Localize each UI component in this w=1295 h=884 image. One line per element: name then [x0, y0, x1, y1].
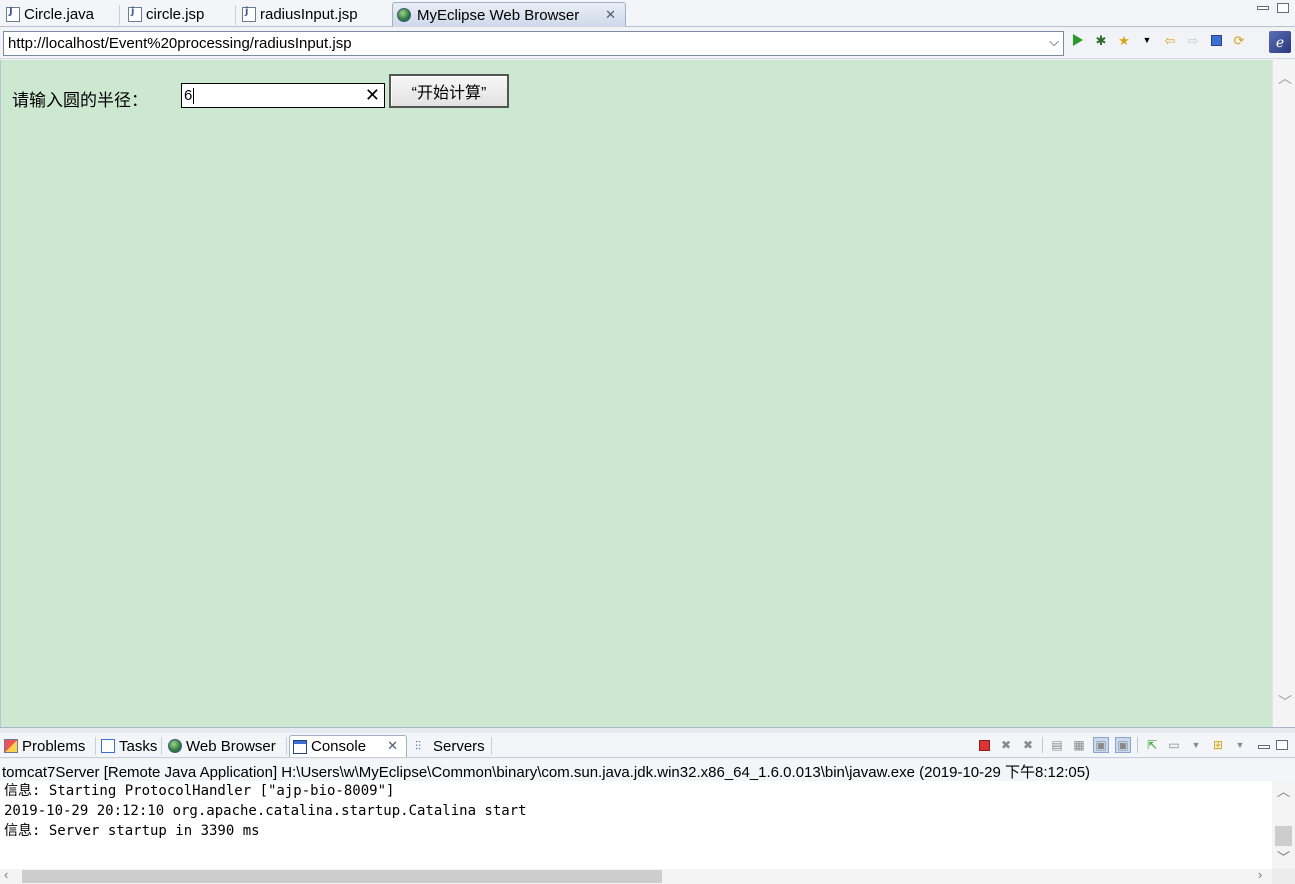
console-line: 信息: Starting ProtocolHandler ["ajp-bio-8…: [4, 783, 395, 799]
dropdown-icon[interactable]: ▼: [1139, 32, 1155, 48]
tab-circle-java[interactable]: Circle.java: [2, 2, 120, 27]
globe-icon: [397, 8, 411, 22]
forward-icon[interactable]: ⇨: [1185, 32, 1201, 48]
dropdown-icon[interactable]: ▼: [1188, 737, 1204, 753]
chevron-left-icon[interactable]: ‹: [4, 867, 8, 882]
browser-nav-icons: ✱ ★ ▼ ⇦ ⇨ ⟳: [1070, 32, 1247, 48]
chevron-down-icon[interactable]: ⌵: [1049, 34, 1059, 50]
editor-window-controls: [1257, 3, 1289, 13]
chevron-up-icon[interactable]: ︿: [1277, 781, 1290, 800]
remove-all-icon[interactable]: ✖: [1020, 737, 1036, 753]
console-vertical-scrollbar[interactable]: ︿ ﹀: [1272, 781, 1295, 869]
clear-console-icon[interactable]: ▤: [1049, 737, 1065, 753]
console-output[interactable]: 信息: Starting ProtocolHandler ["ajp-bio-8…: [0, 781, 1272, 869]
chevron-down-icon[interactable]: ﹀: [1277, 847, 1290, 866]
java-file-icon: [6, 6, 20, 22]
myeclipse-logo-icon: ℯ: [1269, 31, 1291, 53]
show-on-stdout-icon[interactable]: ▣: [1093, 737, 1109, 753]
tab-problems[interactable]: Problems: [1, 735, 96, 757]
terminate-icon[interactable]: [978, 739, 990, 751]
tab-label: MyEclipse Web Browser: [417, 6, 580, 24]
radius-input[interactable]: 6 ✕: [181, 83, 385, 108]
maximize-icon[interactable]: [1277, 3, 1289, 13]
pin-console-icon[interactable]: ⇱: [1144, 737, 1160, 753]
console-toolbar: ✖ ✖ ▤ ▦ ▣ ▣ ⇱ ▭ ▼ ⊞ ▼: [976, 736, 1288, 754]
jsp-file-icon: [242, 6, 256, 22]
go-icon[interactable]: [1070, 32, 1086, 48]
viewport-scrollbar[interactable]: ︿ ﹀: [1272, 60, 1295, 727]
console-icon: [293, 739, 307, 754]
stop-icon[interactable]: [1208, 32, 1224, 48]
show-on-stderr-icon[interactable]: ▣: [1115, 737, 1131, 753]
tab-label: Tasks: [119, 737, 158, 755]
tab-myeclipse-web-browser[interactable]: MyEclipse Web Browser ✕: [392, 2, 626, 27]
tab-web-browser[interactable]: Web Browser: [165, 735, 287, 757]
console-line: 信息: Server startup in 3390 ms: [4, 823, 260, 839]
url-text: http://localhost/Event%20processing/radi…: [8, 35, 352, 52]
servers-icon: ⫶⫶: [415, 739, 422, 753]
scroll-thumb[interactable]: [22, 870, 662, 883]
radius-label: 请输入圆的半径：: [12, 91, 148, 110]
tab-label: Web Browser: [186, 737, 276, 755]
editor-tab-bar: Circle.java circle.jsp radiusInput.jsp M…: [0, 0, 1295, 27]
tab-circle-jsp[interactable]: circle.jsp: [124, 2, 236, 27]
debug-icon[interactable]: ✱: [1093, 32, 1109, 48]
open-console-icon[interactable]: ⊞: [1210, 737, 1226, 753]
close-icon[interactable]: ✕: [605, 7, 616, 23]
globe-icon: [168, 739, 182, 753]
minimize-icon[interactable]: [1258, 744, 1270, 749]
tab-console[interactable]: Console ✕: [289, 735, 407, 757]
tab-label: Console: [311, 738, 367, 755]
scroll-thumb[interactable]: [1275, 826, 1292, 846]
console-horizontal-scrollbar[interactable]: ‹ ›: [0, 867, 1272, 884]
minimize-icon[interactable]: [1257, 6, 1269, 10]
tab-label: circle.jsp: [146, 6, 205, 23]
chevron-right-icon[interactable]: ›: [1258, 867, 1262, 882]
browser-viewport: 请输入圆的半径： 6 ✕ “开始计算”: [0, 60, 1272, 727]
radius-input-value: 6: [184, 87, 193, 104]
tab-servers[interactable]: ⫶⫶ Servers: [412, 735, 492, 757]
tab-tasks[interactable]: Tasks: [98, 735, 162, 757]
maximize-icon[interactable]: [1276, 740, 1288, 750]
jsp-file-icon: [128, 6, 142, 22]
display-console-icon[interactable]: ▭: [1166, 737, 1182, 753]
tab-radiusinput-jsp[interactable]: radiusInput.jsp: [238, 2, 390, 27]
favorites-icon[interactable]: ★: [1116, 32, 1132, 48]
tasks-icon: [101, 739, 115, 753]
chevron-up-icon[interactable]: ︿: [1278, 68, 1292, 88]
console-description: tomcat7Server [Remote Java Application] …: [0, 759, 1295, 781]
remove-launch-icon[interactable]: ✖: [998, 737, 1014, 753]
tab-label: Problems: [22, 737, 86, 755]
clear-icon[interactable]: ✕: [365, 85, 380, 106]
scrollbar-corner: [1272, 869, 1295, 884]
start-calculation-button[interactable]: “开始计算”: [389, 74, 509, 108]
tab-label: radiusInput.jsp: [260, 6, 358, 23]
scroll-lock-icon[interactable]: ▦: [1071, 737, 1087, 753]
views-tab-bar: Problems Tasks Web Browser Console ✕ ⫶⫶ …: [0, 733, 1295, 758]
chevron-down-icon[interactable]: ﹀: [1278, 692, 1292, 712]
dropdown-icon[interactable]: ▼: [1232, 737, 1248, 753]
browser-toolbar: http://localhost/Event%20processing/radi…: [0, 28, 1295, 59]
problems-icon: [4, 739, 18, 753]
refresh-icon[interactable]: ⟳: [1231, 32, 1247, 48]
tab-label: Circle.java: [24, 6, 95, 23]
console-line: 2019-10-29 20:12:10 org.apache.catalina.…: [4, 803, 527, 819]
close-icon[interactable]: ✕: [387, 738, 398, 754]
url-field[interactable]: http://localhost/Event%20processing/radi…: [3, 31, 1064, 56]
back-icon[interactable]: ⇦: [1162, 32, 1178, 48]
tab-label: Servers: [433, 737, 485, 755]
